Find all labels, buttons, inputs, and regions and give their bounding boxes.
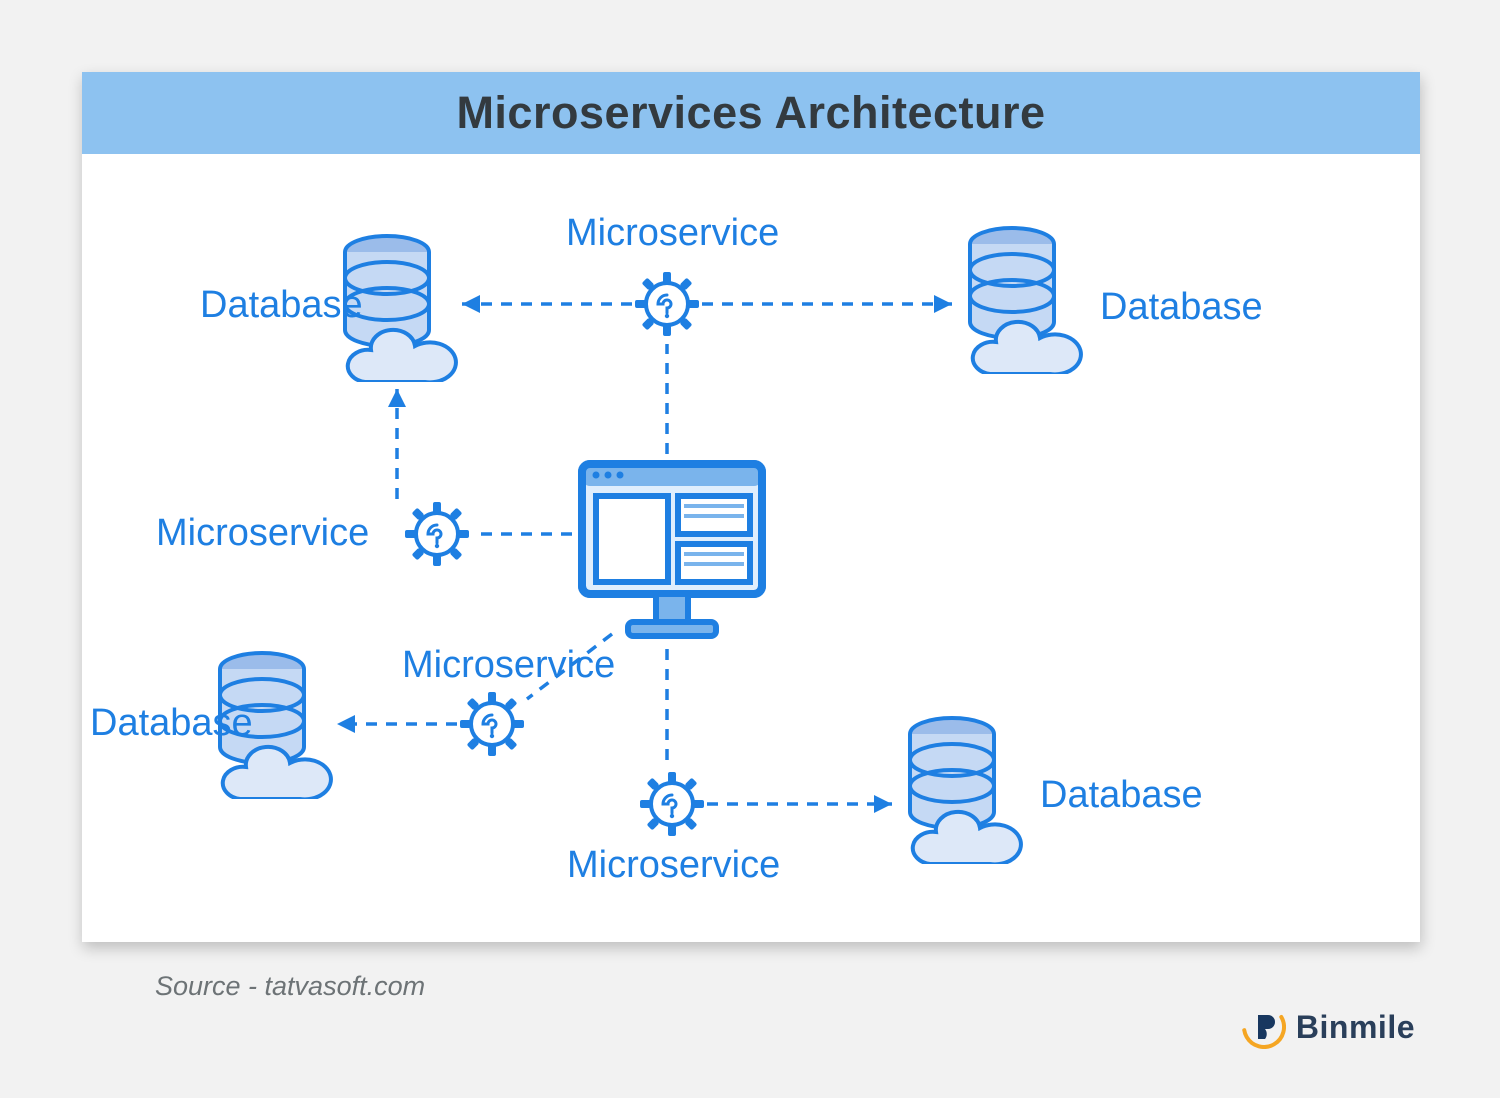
database-br-label: Database — [1040, 774, 1203, 817]
diagram-card: Microservices Architecture — [82, 72, 1420, 942]
gear-icon — [637, 769, 707, 839]
microservice-bl-label: Microservice — [402, 644, 615, 687]
gear-icon — [402, 499, 472, 569]
source-text: Source - tatvasoft.com — [155, 971, 425, 1002]
gear-icon — [457, 689, 527, 759]
database-tl-label: Database — [200, 284, 363, 327]
diagram-title: Microservices Architecture — [82, 72, 1420, 154]
brand-name: Binmile — [1296, 1009, 1415, 1046]
database-icon — [892, 714, 1032, 864]
client-monitor-icon — [572, 454, 772, 654]
database-tr-label: Database — [1100, 286, 1263, 329]
microservice-left-label: Microservice — [156, 512, 369, 555]
gear-icon — [632, 269, 702, 339]
brand-logo-icon — [1242, 1005, 1286, 1049]
microservice-br-label: Microservice — [567, 844, 780, 887]
branding: Binmile — [1242, 1005, 1415, 1049]
database-icon — [952, 224, 1092, 374]
microservice-top-label: Microservice — [566, 212, 779, 255]
diagram-canvas: Microservice Microservice Microservice M… — [82, 154, 1420, 942]
database-bl-label: Database — [90, 702, 253, 745]
